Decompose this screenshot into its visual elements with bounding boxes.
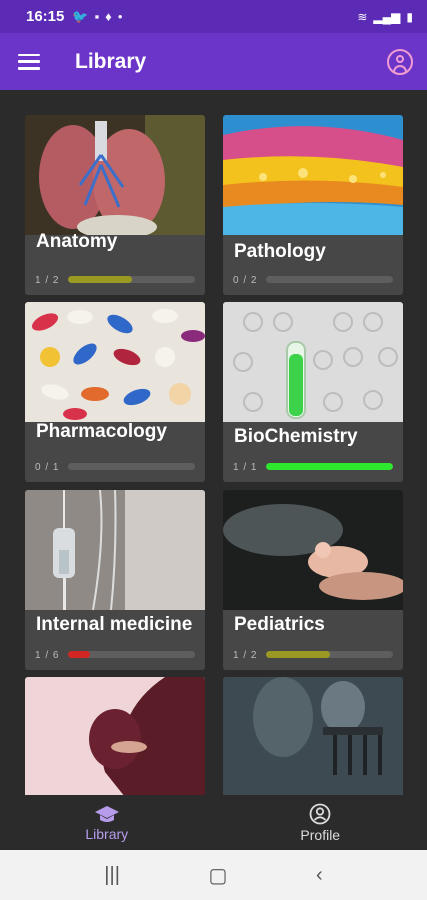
progress-track — [68, 276, 195, 283]
wifi-icon: ≋ — [357, 9, 368, 24]
card-progress-text: 0 / 2 — [233, 275, 258, 286]
card-progress-text: 1 / 2 — [233, 650, 258, 661]
progress-track — [68, 463, 195, 470]
nav-library-label: Library — [85, 825, 129, 842]
obstetrics-image — [25, 677, 205, 795]
dot-icon: • — [117, 9, 123, 24]
card-title: BioChemistry — [234, 426, 358, 447]
card-progress-text: 0 / 1 — [35, 462, 60, 473]
card-obstetrics[interactable] — [25, 677, 205, 795]
card-title: Pathology — [234, 241, 326, 262]
app-bar: Library — [0, 33, 427, 90]
anatomy-image — [25, 115, 205, 235]
card-progress-text: 1 / 6 — [35, 650, 60, 661]
card-title: Pharmacology — [36, 421, 167, 442]
back-icon[interactable]: ‹ — [316, 864, 323, 887]
card-surgery[interactable] — [223, 677, 403, 795]
biochemistry-image — [223, 302, 403, 422]
status-bar: 16:15 🐦 ▪ ♦ • ≋ ▂▄▆ ▮ — [0, 0, 427, 33]
card-title: Pediatrics — [234, 614, 325, 635]
system-navigation-bar: ||| ▢ ‹ — [0, 850, 427, 900]
card-pharmacology[interactable]: Pharmacology 0 / 1 — [25, 302, 205, 482]
card-internal-medicine[interactable]: Internal medicine 1 / 6 — [25, 490, 205, 670]
internal-medicine-image — [25, 490, 205, 610]
pathology-image — [223, 115, 403, 235]
nav-profile[interactable]: Profile — [214, 795, 427, 850]
progress-track — [266, 651, 393, 658]
status-right: ≋ ▂▄▆ ▮ — [357, 10, 413, 24]
progress-fill — [266, 463, 393, 470]
home-icon[interactable]: ▢ — [209, 863, 228, 888]
notification-icon: ♦ — [105, 9, 112, 24]
graduation-cap-icon — [94, 805, 119, 822]
progress-fill — [266, 651, 330, 658]
card-pathology[interactable]: Pathology 0 / 2 — [223, 115, 403, 295]
twitter-icon: 🐦 — [72, 8, 89, 24]
account-icon[interactable] — [387, 48, 413, 75]
progress-track — [266, 463, 393, 470]
progress-track — [68, 651, 195, 658]
progress-fill — [68, 276, 132, 283]
bottom-navigation: Library Profile — [0, 795, 427, 850]
nav-profile-label: Profile — [300, 826, 341, 843]
profile-icon — [309, 803, 331, 824]
pediatrics-image — [223, 490, 403, 610]
progress-track — [266, 276, 393, 283]
progress-fill — [68, 651, 90, 658]
card-pediatrics[interactable]: Pediatrics 1 / 2 — [223, 490, 403, 670]
recent-apps-icon[interactable]: ||| — [104, 864, 120, 887]
page-title: Library — [75, 49, 147, 73]
card-progress-text: 1 / 1 — [233, 462, 258, 473]
surgery-image — [223, 677, 403, 795]
battery-icon: ▮ — [406, 9, 413, 24]
pharmacology-image — [25, 302, 205, 422]
library-grid: Anatomy 1 / 2 Pathology 0 / 2 Pharmacolo… — [0, 90, 427, 795]
nav-library[interactable]: Library — [0, 795, 214, 850]
menu-icon[interactable] — [18, 53, 40, 70]
card-biochemistry[interactable]: BioChemistry 1 / 1 — [223, 302, 403, 482]
signal-icon: ▂▄▆ — [373, 9, 401, 24]
message-icon: ▪ — [94, 9, 100, 24]
card-progress-text: 1 / 2 — [35, 275, 60, 286]
card-title: Internal medicine — [36, 614, 193, 635]
card-anatomy[interactable]: Anatomy 1 / 2 — [25, 115, 205, 295]
card-title: Anatomy — [36, 231, 118, 252]
status-time: 16:15 — [26, 8, 65, 25]
